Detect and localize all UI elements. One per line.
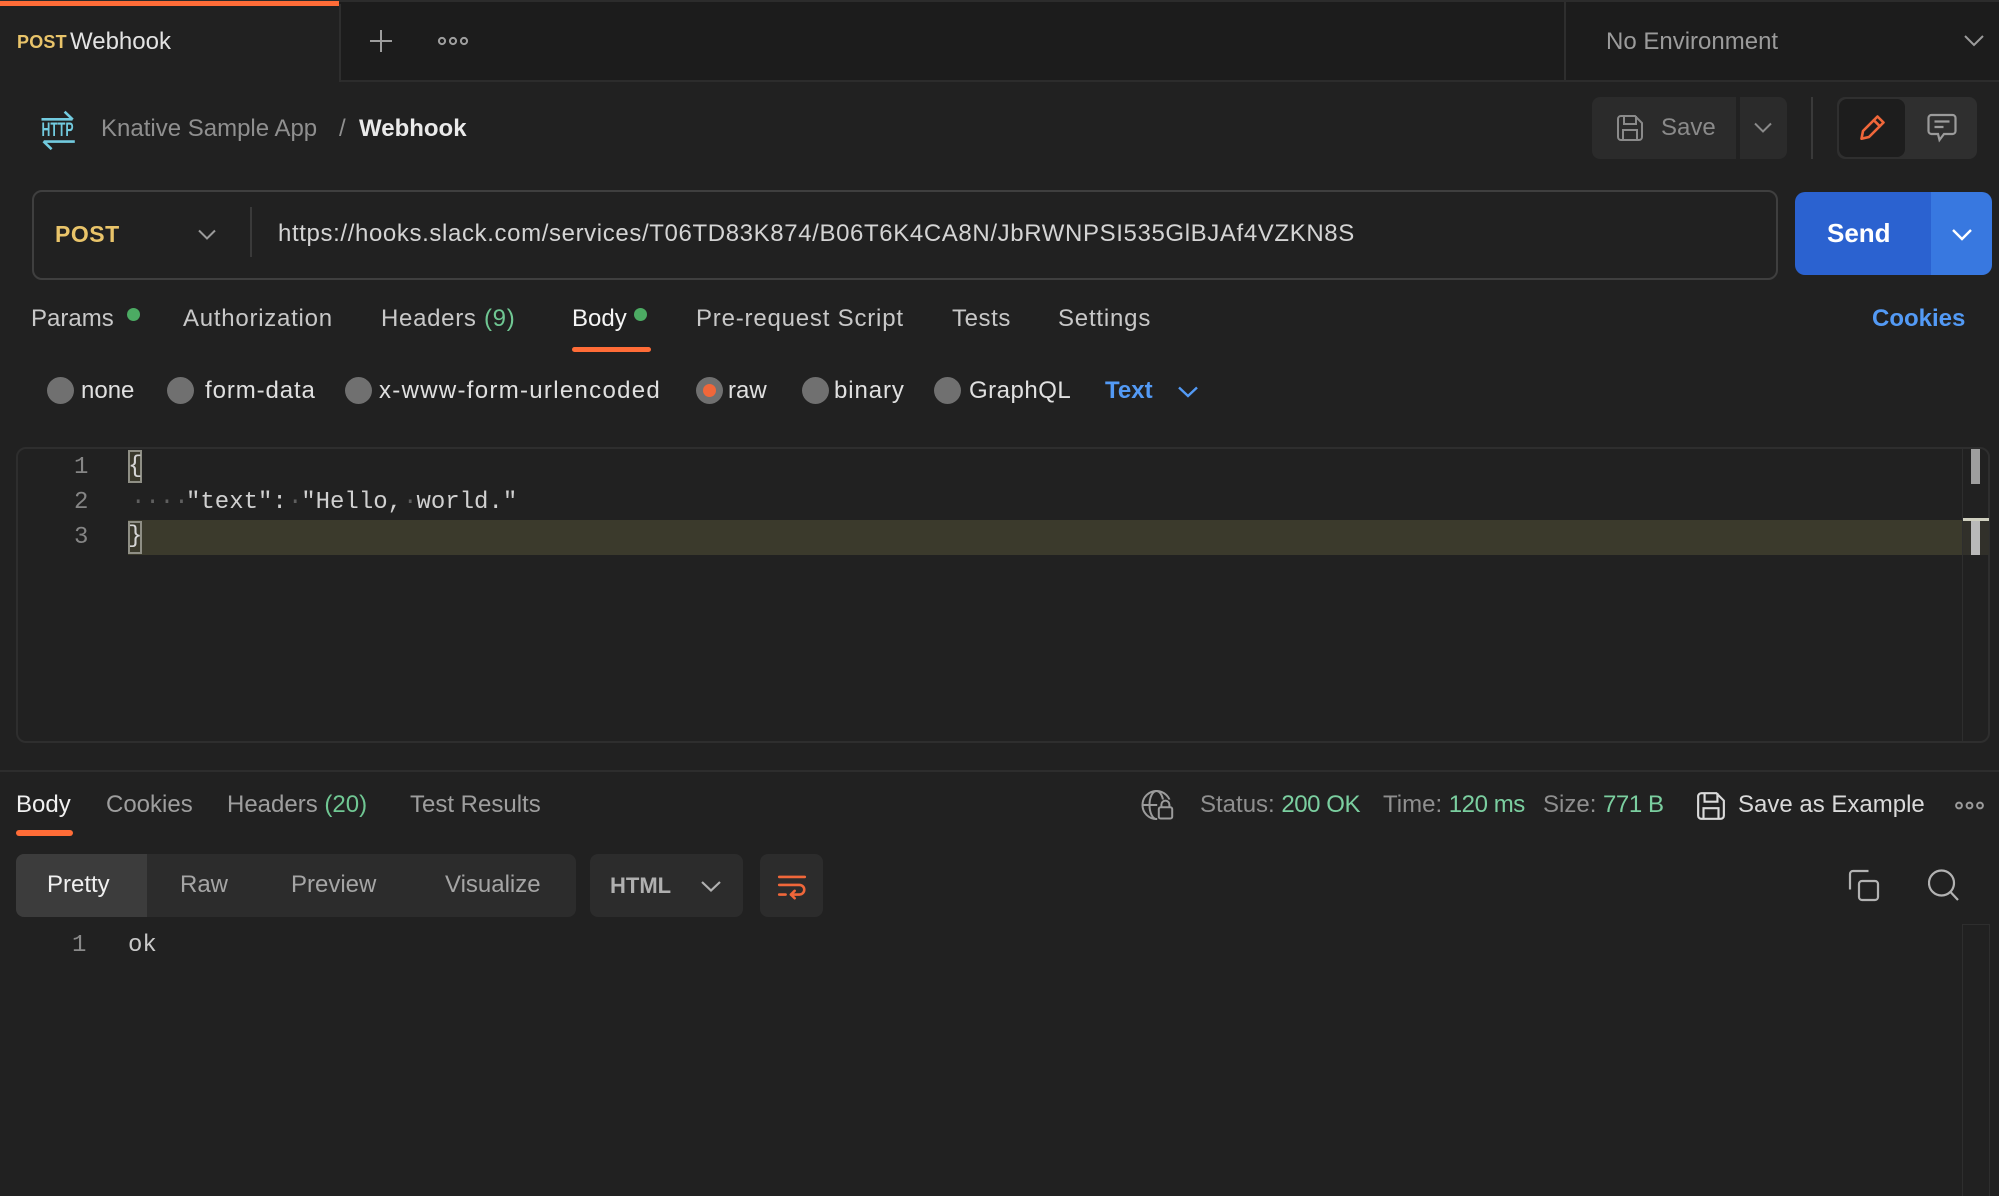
svg-text:HTTP: HTTP	[42, 120, 74, 141]
